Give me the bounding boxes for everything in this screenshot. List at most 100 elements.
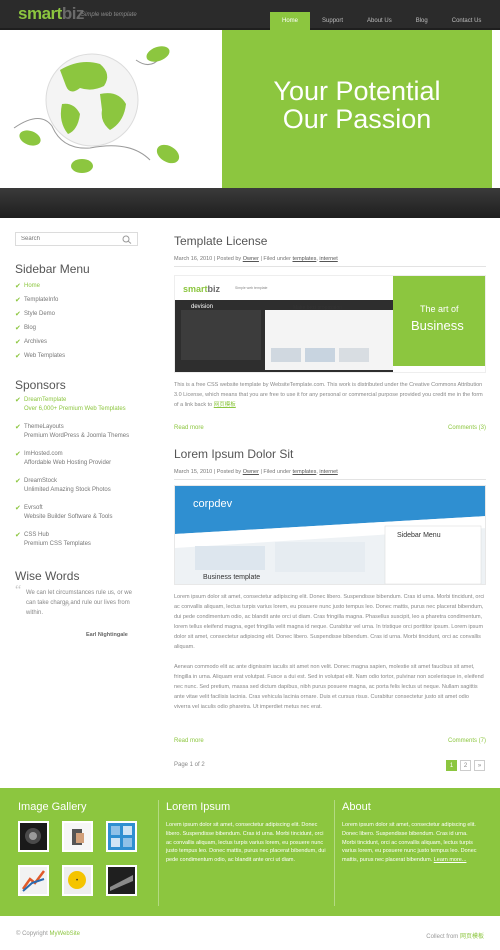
footer-separator	[158, 800, 159, 906]
nav-about-us[interactable]: About Us	[355, 12, 404, 30]
check-icon: ✔	[15, 283, 21, 290]
sponsor-desc: Unlimited Amazing Stock Photos	[24, 487, 111, 493]
copyright-link[interactable]: MyWebSite	[49, 931, 80, 937]
sidebar-item-home[interactable]: ✔ Home	[15, 279, 65, 293]
post-meta: March 15, 2010 | Posted by Owner | Filed…	[174, 469, 338, 475]
image-brand-text: devision	[191, 304, 214, 310]
post-title[interactable]: Template License	[174, 234, 486, 248]
posted-by-label: Posted by	[216, 469, 242, 475]
footer: Image Gallery • Lorem Ipsum Lorem ipsum …	[0, 788, 500, 916]
image-menu-text: Sidebar Menu	[397, 532, 441, 539]
post-image-corpdev: corpdev Sidebar Menu Business template	[174, 485, 486, 585]
footer-separator	[334, 800, 335, 906]
post-footer: Read more Comments (3)	[174, 425, 486, 431]
read-more-link[interactable]: Read more	[174, 738, 204, 744]
image-green-small-text: The art of	[420, 304, 459, 314]
image-headline: Make best proposition	[293, 305, 342, 311]
sidebar-item-web-templates[interactable]: ✔ Web Templates	[15, 349, 65, 363]
close-quote-icon: ”	[64, 601, 71, 616]
site-logo[interactable]: smartbiz	[18, 4, 84, 24]
sidebar-item-templateinfo[interactable]: ✔ TemplateInfo	[15, 293, 65, 307]
tag-link[interactable]: templates	[292, 469, 316, 475]
sponsor-name: DreamTemplate	[24, 397, 67, 403]
gallery-thumb[interactable]	[62, 821, 93, 852]
post-image-smartbiz: smartbiz Simple web template devision Ma…	[174, 275, 486, 373]
gallery-thumb[interactable]: •	[62, 865, 93, 896]
image-tagline: Simple web template	[235, 286, 268, 290]
gallery-thumb[interactable]	[106, 865, 137, 896]
image-logo: smartbiz	[183, 284, 220, 294]
check-icon: ✔	[15, 397, 21, 404]
learn-more-link[interactable]: Learn more...	[434, 857, 467, 863]
sidebar-menu-title: Sidebar Menu	[15, 262, 90, 276]
page-2-button[interactable]: 2	[460, 760, 471, 771]
sponsor-link[interactable]: ✔ DreamTemplate	[15, 396, 129, 404]
tag-link[interactable]: internet	[319, 469, 337, 475]
lorem-ipsum-text: Lorem ipsum dolor sit amet, consectetur …	[166, 822, 326, 864]
post-title[interactable]: Lorem Ipsum Dolor Sit	[174, 447, 486, 461]
sponsor-list: ✔ DreamTemplate Over 6,000+ Premium Web T…	[15, 396, 129, 558]
tag-link[interactable]: internet	[319, 256, 337, 262]
sponsor-link[interactable]: ✔ ThemeLayouts	[15, 423, 129, 431]
search-icon[interactable]	[122, 235, 132, 244]
nav-blog[interactable]: Blog	[404, 12, 440, 30]
post-author-link[interactable]: Owner	[243, 469, 259, 475]
search-input[interactable]	[16, 233, 116, 245]
copyright-symbol: ©	[16, 931, 21, 937]
sponsor-name: DreamStock	[24, 478, 58, 484]
main-content: Template License March 16, 2010 | Posted…	[174, 234, 486, 267]
gallery-thumb[interactable]	[106, 821, 137, 852]
post-meta: March 16, 2010 | Posted by Owner | Filed…	[174, 256, 338, 262]
sponsor-name: CSS Hub	[24, 532, 50, 538]
sidebar-item-label: TemplateInfo	[24, 297, 59, 303]
post: Lorem Ipsum Dolor Sit March 15, 2010 | P…	[174, 447, 486, 480]
comments-link[interactable]: Comments (3)	[448, 425, 486, 431]
page-label: Page 1 of 2	[174, 762, 205, 768]
logo-smart: smart	[18, 4, 62, 23]
image-green-big-text: Business	[411, 318, 464, 333]
collect-from-link[interactable]: 网页模板	[460, 934, 484, 940]
quote-author: Earl Nightingale	[86, 632, 128, 638]
sidebar-item-style-demo[interactable]: ✔ Style Demo	[15, 307, 65, 321]
sponsor-link[interactable]: ✔ DreamStock	[15, 477, 129, 485]
post-body-2: Aenean commodo elit ac ante dignissim ia…	[174, 664, 484, 710]
lorem-ipsum-title: Lorem Ipsum	[166, 801, 231, 813]
nav-support[interactable]: Support	[310, 12, 355, 30]
check-icon: ✔	[15, 505, 21, 512]
nav-contact-us[interactable]: Contact Us	[440, 12, 494, 30]
read-more-link[interactable]: Read more	[174, 425, 204, 431]
sponsor-link[interactable]: ✔ CSS Hub	[15, 531, 129, 539]
post-date: March 16, 2010	[174, 256, 213, 262]
sidebar-item-blog[interactable]: ✔ Blog	[15, 321, 65, 335]
comments-link[interactable]: Comments (7)	[448, 738, 486, 744]
wise-words-title: Wise Words	[15, 569, 80, 583]
sponsor-name: ImHosted.com	[24, 451, 63, 457]
header-bar: smartbiz Simple web template Home Suppor…	[0, 0, 500, 30]
sidebar-item-archives[interactable]: ✔ Archives	[15, 335, 65, 349]
check-icon: ✔	[15, 353, 21, 360]
sponsor-item: ✔ DreamStock Unlimited Amazing Stock Phot…	[15, 477, 129, 504]
divider	[174, 266, 486, 267]
gallery-thumb[interactable]	[18, 865, 49, 896]
next-page-button[interactable]: »	[474, 760, 485, 771]
sidebar-item-label: Style Demo	[24, 311, 56, 317]
hero-title-line2: Our Passion	[282, 104, 432, 134]
gallery-thumb[interactable]	[18, 821, 49, 852]
sponsor-link[interactable]: ✔ Evrsoft	[15, 504, 129, 512]
sidebar-menu: ✔ Home ✔ TemplateInfo ✔ Style Demo ✔ Blog ✔ A…	[15, 279, 65, 363]
post-body-link[interactable]: 网页模板	[214, 402, 236, 408]
post-date: March 15, 2010	[174, 469, 213, 475]
copyright-bar: © Copyright MyWebSite Collect from 网页模板	[0, 916, 500, 950]
site-tagline: Simple web template	[81, 12, 137, 18]
nav-home[interactable]: Home	[270, 12, 311, 30]
sponsor-desc: Affordable Web Hosting Provider	[24, 460, 112, 466]
image-caption-text: Business template	[203, 574, 261, 581]
hero-green-panel: Your Potential Our Passion	[222, 30, 492, 188]
check-icon: ✔	[15, 325, 21, 332]
page-1-button[interactable]: 1	[446, 760, 457, 771]
post-author-link[interactable]: Owner	[243, 256, 259, 262]
sponsor-item: ✔ ImHosted.com Affordable Web Hosting Pro…	[15, 450, 129, 477]
tag-link[interactable]: templates	[292, 256, 316, 262]
sponsor-link[interactable]: ✔ ImHosted.com	[15, 450, 129, 458]
copyright-label: Copyright	[22, 931, 48, 937]
